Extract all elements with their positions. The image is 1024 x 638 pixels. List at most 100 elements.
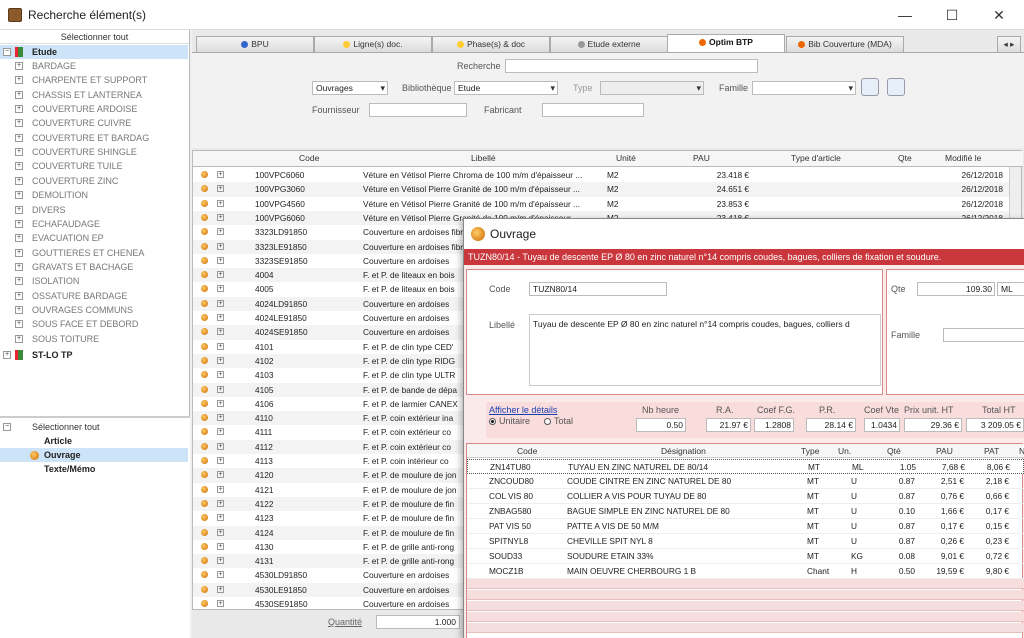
unit-select[interactable]: ML (997, 282, 1024, 296)
type-filter-select[interactable] (600, 81, 704, 95)
expand-icon[interactable]: + (217, 471, 224, 479)
expand-icon[interactable]: + (217, 399, 224, 407)
expand-icon[interactable]: + (217, 299, 224, 307)
expand-icon[interactable]: + (15, 105, 23, 114)
component-row[interactable]: ZNBAG580 BAGUE SIMPLE EN ZINC NATUREL DE … (467, 504, 1024, 519)
expand-icon[interactable]: + (15, 148, 23, 157)
type-item-texte[interactable]: Texte/Mémo (0, 462, 188, 476)
close-button[interactable]: ✕ (984, 4, 1014, 26)
libelle-textarea[interactable]: Tuyau de descente EP Ø 80 en zinc nature… (529, 314, 881, 386)
expand-icon[interactable]: + (15, 277, 23, 286)
search-icon[interactable] (861, 78, 879, 96)
table-row[interactable]: +100VPG4560 Véture en Vétisol Pierre Gran… (193, 197, 1009, 211)
col-modifie[interactable]: Modifié le (945, 153, 981, 163)
expand-icon[interactable]: + (217, 171, 224, 178)
table-row[interactable]: +100VPC6060 Véture en Vétisol Pierre Chro… (193, 168, 1009, 182)
col-unite[interactable]: Unité (616, 153, 636, 163)
tab-0[interactable]: BPU (196, 36, 314, 52)
expand-icon[interactable]: + (217, 585, 224, 593)
search-input[interactable] (505, 59, 758, 73)
tree-item[interactable]: + OUVRAGES COMMUNS (0, 303, 188, 317)
expand-icon[interactable]: + (217, 213, 224, 221)
tree-item[interactable]: + GRAVATS ET BACHAGE (0, 260, 188, 274)
type-item-ouvrage[interactable]: Ouvrage (0, 448, 188, 462)
unitaire-radio[interactable] (489, 418, 496, 425)
total-radio[interactable] (544, 418, 551, 425)
expand-icon[interactable]: + (217, 442, 224, 450)
component-row[interactable]: SPITNYL8 CHEVILLE SPIT NYL 8 MT U 0.87 0,26 €… (467, 534, 1024, 549)
tree-item[interactable]: + ISOLATION (0, 274, 188, 288)
expand-icon[interactable]: + (217, 499, 224, 507)
tree-item[interactable]: + COUVERTURE ZINC (0, 174, 188, 188)
expand-icon[interactable]: + (15, 191, 23, 200)
tree-item[interactable]: + DIVERS (0, 203, 188, 217)
tab-1[interactable]: Ligne(s) doc. (314, 36, 432, 52)
expand-icon[interactable]: + (15, 76, 23, 85)
tree-root-stlo[interactable]: + ST-LO TP (0, 348, 188, 362)
maximize-button[interactable]: ☐ (937, 4, 967, 26)
tree-item[interactable]: + SOUS TOITURE (0, 332, 188, 346)
nb-heure-input[interactable]: 0.50 (636, 418, 686, 432)
col-pat[interactable]: PAT (984, 444, 999, 458)
expand-icon[interactable]: + (217, 271, 224, 279)
collapse-icon[interactable]: − (3, 423, 11, 431)
expand-icon[interactable]: + (217, 185, 224, 193)
expand-icon[interactable]: + (217, 557, 224, 565)
type-item-article[interactable]: Article (0, 434, 188, 448)
tab-2[interactable]: Phase(s) & doc (432, 36, 550, 52)
expand-icon[interactable]: + (15, 234, 23, 243)
expand-icon[interactable]: + (15, 162, 23, 171)
expand-icon[interactable]: + (217, 371, 224, 379)
select-all-link[interactable]: Sélectionner tout (0, 30, 189, 44)
component-row[interactable]: ZN14TU80 TUYAU EN ZINC NATUREL DE 80/14 MT… (467, 459, 1024, 474)
expand-icon[interactable]: + (217, 485, 224, 493)
expand-icon[interactable]: + (15, 320, 23, 329)
component-row[interactable]: MOCZ1B MAIN OEUVRE CHERBOURG 1 B Chant H 0.5… (467, 564, 1024, 579)
expand-icon[interactable]: + (15, 176, 23, 185)
expand-icon[interactable]: + (217, 528, 224, 536)
component-row[interactable]: SOUD33 SOUDURE ETAIN 33% MT KG 0.08 9,01 € 0,7… (467, 549, 1024, 564)
expand-icon[interactable]: + (15, 62, 23, 70)
tree-item[interactable]: + COUVERTURE CUIVRE (0, 116, 188, 130)
tab-4[interactable]: Optim BTP (667, 34, 785, 52)
tab-scroll-buttons[interactable]: ◂ ▸ (997, 36, 1021, 52)
tree-item[interactable]: + CHASSIS ET LANTERNEA (0, 88, 188, 102)
col-pau[interactable]: PAU (693, 153, 710, 163)
expand-icon[interactable]: + (217, 356, 224, 364)
col-libelle[interactable]: Libellé (471, 153, 496, 163)
expand-icon[interactable]: + (15, 133, 23, 142)
col-pau[interactable]: PAU (936, 444, 953, 458)
expand-icon[interactable]: + (217, 256, 224, 264)
expand-icon[interactable]: + (217, 342, 224, 350)
col-qte[interactable]: Qte (898, 153, 912, 163)
component-row[interactable]: PAT VIS 50 PATTE A VIS DE 50 M/M MT U 0.87 0,… (467, 519, 1024, 534)
col-unite[interactable]: Un. (838, 444, 851, 458)
expand-icon[interactable]: + (15, 291, 23, 300)
tree-item[interactable]: + SOUS FACE ET DEBORD (0, 317, 188, 331)
quantity-input[interactable]: 1.000 (376, 615, 460, 629)
expand-icon[interactable]: + (15, 119, 23, 128)
col-designation[interactable]: Désignation (661, 444, 706, 458)
expand-icon[interactable]: + (217, 385, 224, 393)
tree-item[interactable]: + COUVERTURE ET BARDAG (0, 131, 188, 145)
col-code[interactable]: Code (517, 444, 537, 458)
code-input[interactable]: TUZN80/14 (529, 282, 667, 296)
details-link[interactable]: Afficher le détails (489, 405, 557, 415)
col-type[interactable]: Type (801, 444, 819, 458)
tree-item[interactable]: + COUVERTURE SHINGLE (0, 145, 188, 159)
tree-item[interactable]: + BARDAGE (0, 59, 188, 73)
refresh-icon[interactable] (887, 78, 905, 96)
expand-icon[interactable]: + (217, 514, 224, 522)
tree-item[interactable]: + ECHAFAUDAGE (0, 217, 188, 231)
famille-select[interactable] (752, 81, 856, 95)
minimize-button[interactable]: — (890, 4, 920, 26)
tree-item[interactable]: + COUVERTURE TUILE (0, 159, 188, 173)
table-row[interactable]: +100VPG3060 Véture en Vétisol Pierre Gran… (193, 182, 1009, 197)
expand-icon[interactable]: + (217, 228, 224, 236)
col-code[interactable]: Code (299, 153, 319, 163)
fournisseur-input[interactable] (369, 103, 467, 117)
expand-icon[interactable]: + (217, 285, 224, 293)
col-type-article[interactable]: Type d'article (791, 153, 841, 163)
col-qte[interactable]: Qté (887, 444, 901, 458)
expand-icon[interactable]: + (15, 90, 23, 99)
